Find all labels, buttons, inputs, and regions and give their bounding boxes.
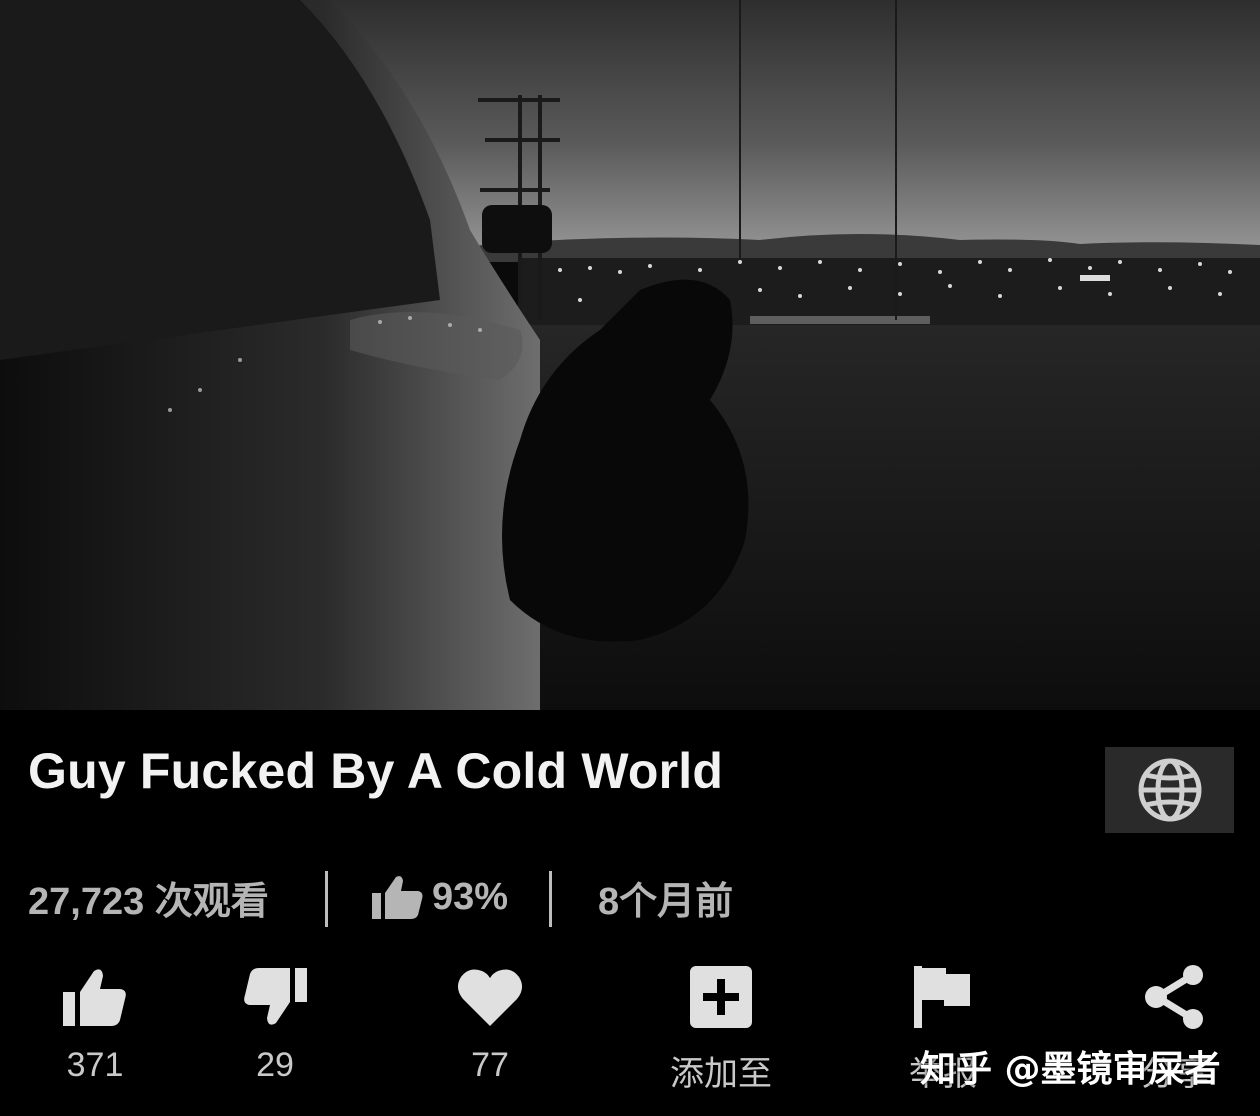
video-player[interactable] — [0, 0, 1260, 710]
like-button[interactable]: 371 — [10, 958, 180, 1098]
favorite-button[interactable]: 77 — [405, 958, 575, 1098]
upload-age-text: 8个月前 — [598, 880, 734, 923]
watermark: 知乎 @墨镜审屎者 — [920, 1049, 1221, 1090]
add-to-label: 添加至 — [670, 1055, 772, 1093]
add-to-button[interactable]: 添加至 — [636, 958, 806, 1098]
favorite-count: 77 — [471, 1046, 509, 1084]
flag-icon — [914, 966, 970, 1028]
video-title: Guy Fucked By A Cold World — [28, 743, 724, 799]
meta-divider — [325, 871, 328, 927]
globe-icon — [1138, 758, 1201, 822]
dislike-count: 29 — [256, 1046, 294, 1084]
plus-square-icon — [690, 966, 752, 1028]
view-count: 27,723 次观看 — [28, 866, 269, 928]
rating: 93% — [372, 866, 508, 928]
thumbs-up-icon — [63, 969, 126, 1026]
language-button[interactable] — [1105, 747, 1234, 833]
view-count-text: 27,723 次观看 — [28, 880, 269, 923]
video-thumbnail — [0, 0, 1260, 710]
like-count: 371 — [66, 1046, 124, 1084]
meta-divider — [549, 871, 552, 927]
heart-icon — [457, 969, 523, 1026]
upload-age: 8个月前 — [598, 866, 733, 928]
share-icon — [1145, 965, 1203, 1029]
thumbs-down-icon — [244, 968, 307, 1025]
rating-percent: 93% — [432, 875, 509, 918]
dislike-button[interactable]: 29 — [190, 958, 360, 1098]
thumbs-up-icon — [372, 876, 423, 919]
